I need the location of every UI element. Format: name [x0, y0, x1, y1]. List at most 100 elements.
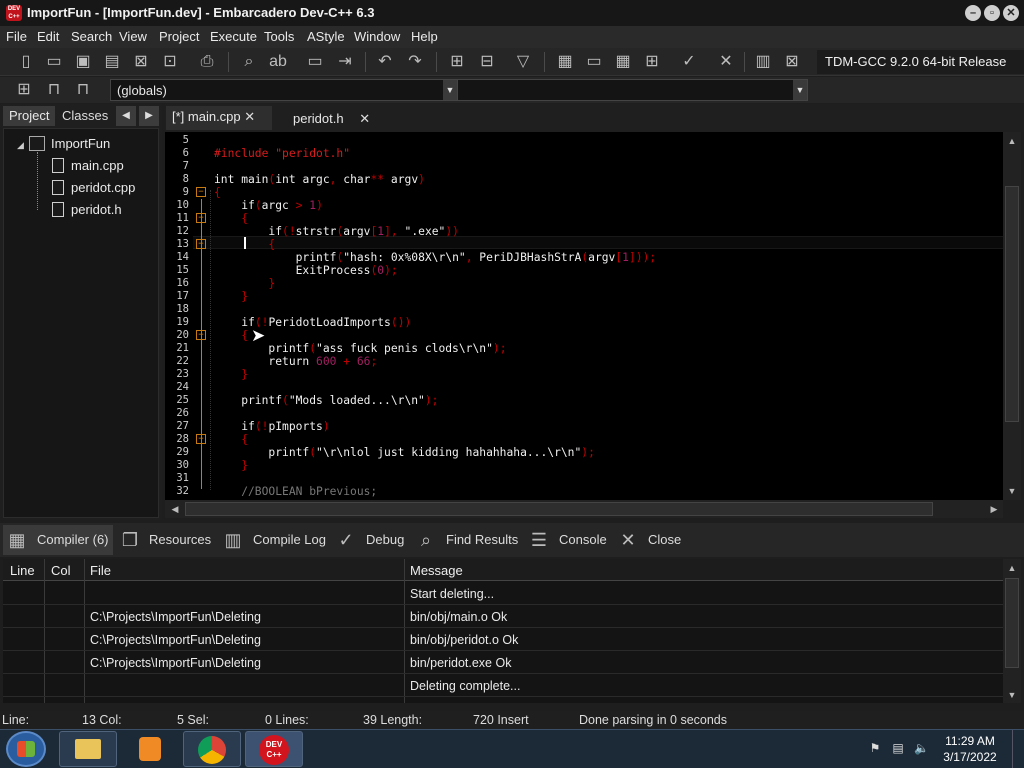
line-number[interactable]: 5: [165, 134, 189, 147]
line-number[interactable]: 27: [165, 420, 189, 433]
column-header-line[interactable]: Line: [10, 563, 35, 578]
stop-execution-icon[interactable]: ✕: [714, 50, 738, 74]
print-icon[interactable]: ⎙: [195, 50, 219, 74]
line-number[interactable]: 14: [165, 251, 189, 264]
line-number[interactable]: 32: [165, 485, 189, 498]
chevron-down-icon[interactable]: ▼: [793, 80, 807, 100]
tab-main-cpp[interactable]: [*] main.cpp ✕: [166, 106, 272, 130]
line-number[interactable]: 17: [165, 290, 189, 303]
close-file-icon[interactable]: ⊠: [129, 50, 153, 74]
restore-button[interactable]: ▫: [984, 5, 1000, 21]
save-icon[interactable]: ▣: [71, 50, 95, 74]
chevron-down-icon[interactable]: ▼: [443, 80, 457, 100]
menu-project[interactable]: Project: [159, 29, 199, 44]
tab-debug[interactable]: Debug: [366, 525, 404, 555]
menu-astyle[interactable]: AStyle: [307, 29, 345, 44]
line-number[interactable]: 29: [165, 446, 189, 459]
menu-window[interactable]: Window: [354, 29, 400, 44]
line-number[interactable]: 11: [165, 212, 189, 225]
line-number[interactable]: 9: [165, 186, 189, 199]
tab-find-results[interactable]: Find Results: [446, 525, 518, 555]
compile-icon[interactable]: ▦: [553, 50, 577, 74]
code-line[interactable]: //BOOLEAN bPrevious;: [214, 485, 377, 498]
code-line[interactable]: }: [214, 277, 275, 290]
new-file-icon[interactable]: ▯: [14, 50, 38, 74]
close-panel-button[interactable]: Close: [648, 525, 681, 555]
column-header-file[interactable]: File: [90, 563, 111, 578]
replace-icon[interactable]: ab: [266, 50, 290, 74]
taskbar-devcpp[interactable]: DEV C++: [245, 731, 303, 767]
devcpp-app-icon[interactable]: DEV C++: [6, 5, 22, 21]
line-number[interactable]: 16: [165, 277, 189, 290]
collapse-icon[interactable]: ◢: [17, 140, 24, 151]
code-line[interactable]: int main(int argc, char** argv): [214, 173, 425, 186]
code-line[interactable]: if(argc > 1): [214, 199, 323, 212]
scroll-down-icon[interactable]: ▼: [1005, 688, 1019, 702]
scroll-thumb[interactable]: [1005, 186, 1019, 422]
close-icon[interactable]: ✕: [244, 109, 255, 124]
line-number[interactable]: 8: [165, 173, 189, 186]
find-icon[interactable]: ⌕: [237, 50, 261, 74]
code-line[interactable]: {: [214, 186, 221, 199]
code-line[interactable]: }: [214, 368, 248, 381]
run-icon[interactable]: ▭: [582, 50, 606, 74]
code-line[interactable]: if(!PeridotLoadImports()): [214, 316, 411, 329]
code-line[interactable]: {: [214, 329, 248, 342]
function-select[interactable]: [458, 79, 808, 101]
compile-run-icon[interactable]: ▦: [611, 50, 635, 74]
tab-resources[interactable]: Resources: [149, 525, 211, 555]
syntax-check-icon[interactable]: ✓: [677, 50, 701, 74]
delete-profile-icon[interactable]: ⊠: [780, 50, 804, 74]
remove-from-project-icon[interactable]: ⊟: [475, 50, 499, 74]
profile-icon[interactable]: ▥: [751, 50, 775, 74]
line-number[interactable]: 23: [165, 368, 189, 381]
undo-icon[interactable]: ↶: [373, 50, 397, 74]
line-number[interactable]: 20: [165, 329, 189, 342]
line-number[interactable]: 13: [165, 238, 189, 251]
scroll-up-icon[interactable]: ▲: [1005, 561, 1019, 575]
tab-classes[interactable]: Classes: [56, 106, 114, 126]
tab-project[interactable]: Project: [3, 106, 55, 126]
code-line[interactable]: printf("hash: 0x%08X\r\n", PeriDJBHashSt…: [214, 251, 657, 264]
line-number[interactable]: 10: [165, 199, 189, 212]
code-line[interactable]: printf("Mods loaded...\r\n");: [214, 394, 438, 407]
network-icon[interactable]: ▤: [891, 741, 905, 755]
code-line[interactable]: }: [214, 459, 248, 472]
line-number[interactable]: 30: [165, 459, 189, 472]
menu-tools[interactable]: Tools: [264, 29, 294, 44]
code-line[interactable]: return 600 + 66;: [214, 355, 377, 368]
code-line[interactable]: {: [214, 238, 275, 251]
menu-help[interactable]: Help: [411, 29, 438, 44]
goto-bookmark-icon[interactable]: ⊓: [71, 78, 95, 102]
code-line[interactable]: if(!strstr(argv[1], ".exe")): [214, 225, 459, 238]
line-number[interactable]: 24: [165, 381, 189, 394]
save-all-icon[interactable]: ▤: [100, 50, 124, 74]
chevron-right-icon[interactable]: ▶: [139, 106, 159, 126]
line-number[interactable]: 19: [165, 316, 189, 329]
scope-select[interactable]: (globals): [110, 79, 458, 101]
column-header-col[interactable]: Col: [51, 563, 71, 578]
scroll-thumb[interactable]: [1005, 578, 1019, 668]
line-number[interactable]: 7: [165, 160, 189, 173]
tree-project[interactable]: ImportFun: [51, 136, 110, 151]
open-file-icon[interactable]: ▭: [42, 50, 66, 74]
rebuild-all-icon[interactable]: ⊞: [640, 50, 664, 74]
redo-icon[interactable]: ↷: [403, 50, 427, 74]
tab-compile-log[interactable]: Compile Log: [253, 525, 326, 555]
line-number[interactable]: 28: [165, 433, 189, 446]
line-number[interactable]: 31: [165, 472, 189, 485]
show-desktop-button[interactable]: [1012, 730, 1024, 768]
column-header-message[interactable]: Message: [410, 563, 463, 578]
code-line[interactable]: {: [214, 212, 248, 225]
fold-icon[interactable]: −: [196, 187, 206, 197]
toggle-comment-icon[interactable]: ▭: [303, 50, 327, 74]
table-row[interactable]: [3, 582, 1003, 605]
clock[interactable]: 11:29 AM 3/17/2022: [938, 733, 1002, 765]
compiler-select[interactable]: TDM-GCC 9.2.0 64-bit Release: [817, 50, 1024, 74]
close-button[interactable]: ✕: [1003, 5, 1019, 21]
menu-execute[interactable]: Execute: [210, 29, 257, 44]
scroll-down-icon[interactable]: ▼: [1005, 484, 1019, 498]
tab-compiler-label[interactable]: Compiler (6): [37, 525, 109, 555]
scroll-up-icon[interactable]: ▲: [1005, 134, 1019, 148]
code-line[interactable]: printf("\r\nlol just kidding hahahhaha..…: [214, 446, 595, 459]
